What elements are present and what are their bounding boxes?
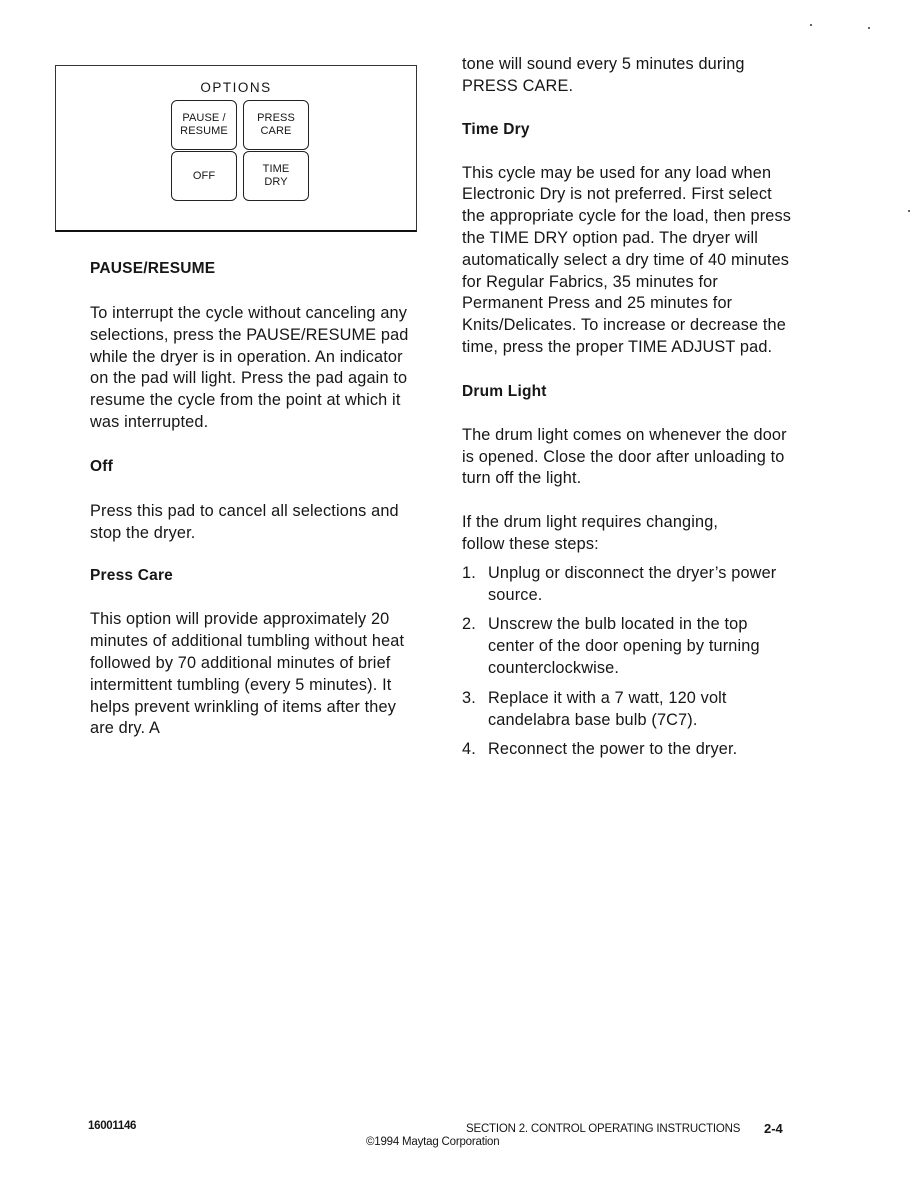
time-dry-pad: TIME DRY: [243, 151, 309, 201]
step-number: 3.: [462, 688, 476, 707]
step-number: 4.: [462, 740, 476, 759]
off-heading: Off: [90, 457, 113, 475]
off-pad: OFF: [171, 151, 237, 201]
drum-light-heading: Drum Light: [462, 382, 547, 400]
press-care-text: This option will provide approximately 2…: [90, 610, 405, 738]
press-care-pad: PRESS CARE: [243, 100, 309, 150]
pad-label: RESUME: [180, 125, 228, 137]
pad-label: CARE: [260, 125, 292, 137]
step-text: Unscrew the bulb located in the top cent…: [488, 615, 760, 677]
step-text: Unplug or disconnect the dryer’s power s…: [488, 563, 777, 604]
pause-resume-heading: PAUSE/RESUME: [90, 260, 216, 277]
copyright-notice: ©1994 Maytag Corporation: [366, 1136, 500, 1148]
drum-light-text: The drum light comes on whenever the doo…: [462, 425, 787, 488]
step-item: 2. Unscrew the bulb located in the top ce…: [462, 614, 794, 679]
step-number: 2.: [462, 615, 476, 634]
step-item: 3. Replace it with a 7 watt, 120 volt can…: [462, 688, 794, 732]
pad-label: PRESS: [257, 112, 295, 124]
pause-resume-text: To interrupt the cycle without canceling…: [90, 304, 409, 431]
step-text: Reconnect the power to the dryer.: [488, 740, 738, 759]
document-number: 16001146: [88, 1120, 137, 1132]
page-number: 2-4: [764, 1121, 783, 1136]
options-panel-diagram: OPTIONS PAUSE / RESUME PRESS CARE OFF TIME…: [55, 65, 417, 232]
bulb-replacement-steps: 1. Unplug or disconnect the dryer’s power…: [462, 563, 794, 761]
step-number: 1.: [462, 563, 476, 582]
pad-label: OFF: [192, 169, 216, 182]
step-item: 1. Unplug or disconnect the dryer’s power…: [462, 563, 794, 607]
section-title: SECTION 2. CONTROL OPERATING INSTRUCTION…: [466, 1123, 741, 1135]
step-item: 4. Reconnect the power to the dryer.: [462, 739, 794, 761]
right-column: tone will sound every 5 minutes during P…: [462, 54, 794, 769]
scan-speck: [810, 24, 812, 26]
step-text: Replace it with a 7 watt, 120 volt cande…: [488, 688, 727, 729]
scan-speck: [908, 210, 910, 212]
time-dry-text: This cycle may be used for any load when…: [462, 163, 792, 356]
press-care-continued-text: tone will sound every 5 minutes during P…: [462, 55, 745, 95]
pad-label: DRY: [264, 176, 288, 188]
drum-light-steps-intro: If the drum light requires changing, fol…: [462, 513, 719, 553]
off-text: Press this pad to cancel all selections …: [90, 501, 399, 542]
pause-resume-pad: PAUSE / RESUME: [171, 100, 237, 150]
pad-label: PAUSE /: [182, 112, 226, 124]
options-title: OPTIONS: [200, 80, 272, 95]
time-dry-heading: Time Dry: [462, 120, 530, 138]
left-column: PAUSE/RESUME To interrupt the cycle with…: [90, 260, 420, 740]
press-care-heading: Press Care: [90, 567, 174, 585]
pad-label: TIME: [262, 163, 290, 175]
scan-speck: [868, 27, 870, 29]
